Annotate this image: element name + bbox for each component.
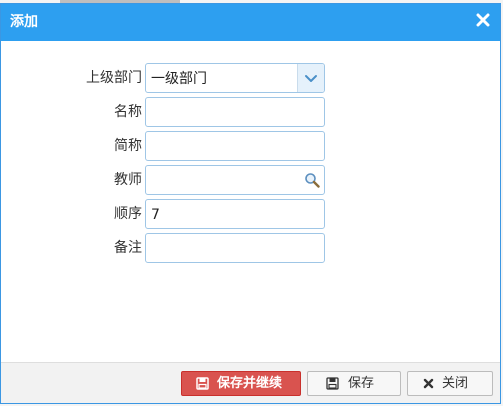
teacher-label: 教师 [114, 172, 142, 188]
close-button[interactable]: 关闭 [407, 371, 493, 396]
label-container: 顺序 [1, 199, 142, 229]
short-name-label: 简称 [114, 138, 142, 154]
floppy-disk-icon [326, 377, 339, 390]
parent-dept-dropdown-button[interactable] [297, 64, 324, 92]
form-row-parent-dept: 上级部门 一级部门 [1, 63, 502, 93]
parent-dept-label: 上级部门 [86, 70, 142, 86]
order-input[interactable]: 7 [145, 199, 325, 229]
order-value: 7 [151, 207, 160, 223]
label-container: 名称 [1, 97, 142, 127]
form-row-order: 顺序 7 [1, 199, 502, 229]
teacher-input[interactable] [145, 165, 325, 195]
save-and-continue-label: 保存并继续 [217, 376, 283, 391]
dialog-footer: 保存并继续 保存 关闭 [1, 362, 500, 403]
parent-dept-select[interactable]: 一级部门 [145, 63, 325, 93]
close-label: 关闭 [442, 376, 469, 391]
save-label: 保存 [348, 376, 375, 391]
parent-dept-value: 一级部门 [151, 71, 207, 87]
dialog-titlebar[interactable]: 添加 [1, 4, 500, 41]
form-row-teacher: 教师 [1, 165, 502, 195]
label-container: 备注 [1, 233, 142, 263]
dialog-title: 添加 [10, 14, 38, 30]
chevron-down-icon [305, 75, 317, 82]
floppy-disk-icon [196, 377, 209, 390]
close-icon[interactable] [476, 13, 490, 27]
close-icon [423, 378, 434, 389]
add-dialog: 添加 上级部门 一级部门 名称 简称 教师 顺序 7 备注 保存并继续 保存 关… [0, 3, 501, 404]
name-input[interactable] [145, 97, 325, 127]
remark-input[interactable] [145, 233, 325, 263]
label-container: 教师 [1, 165, 142, 195]
short-name-input[interactable] [145, 131, 325, 161]
label-container: 上级部门 [1, 63, 142, 93]
order-label: 顺序 [114, 206, 142, 222]
form-row-name: 名称 [1, 97, 502, 127]
form-row-short-name: 简称 [1, 131, 502, 161]
remark-label: 备注 [114, 240, 142, 256]
save-and-continue-button[interactable]: 保存并继续 [181, 371, 301, 396]
save-button[interactable]: 保存 [307, 371, 401, 396]
form-row-remark: 备注 [1, 233, 502, 263]
label-container: 简称 [1, 131, 142, 161]
search-icon[interactable] [304, 172, 320, 188]
name-label: 名称 [114, 104, 142, 120]
